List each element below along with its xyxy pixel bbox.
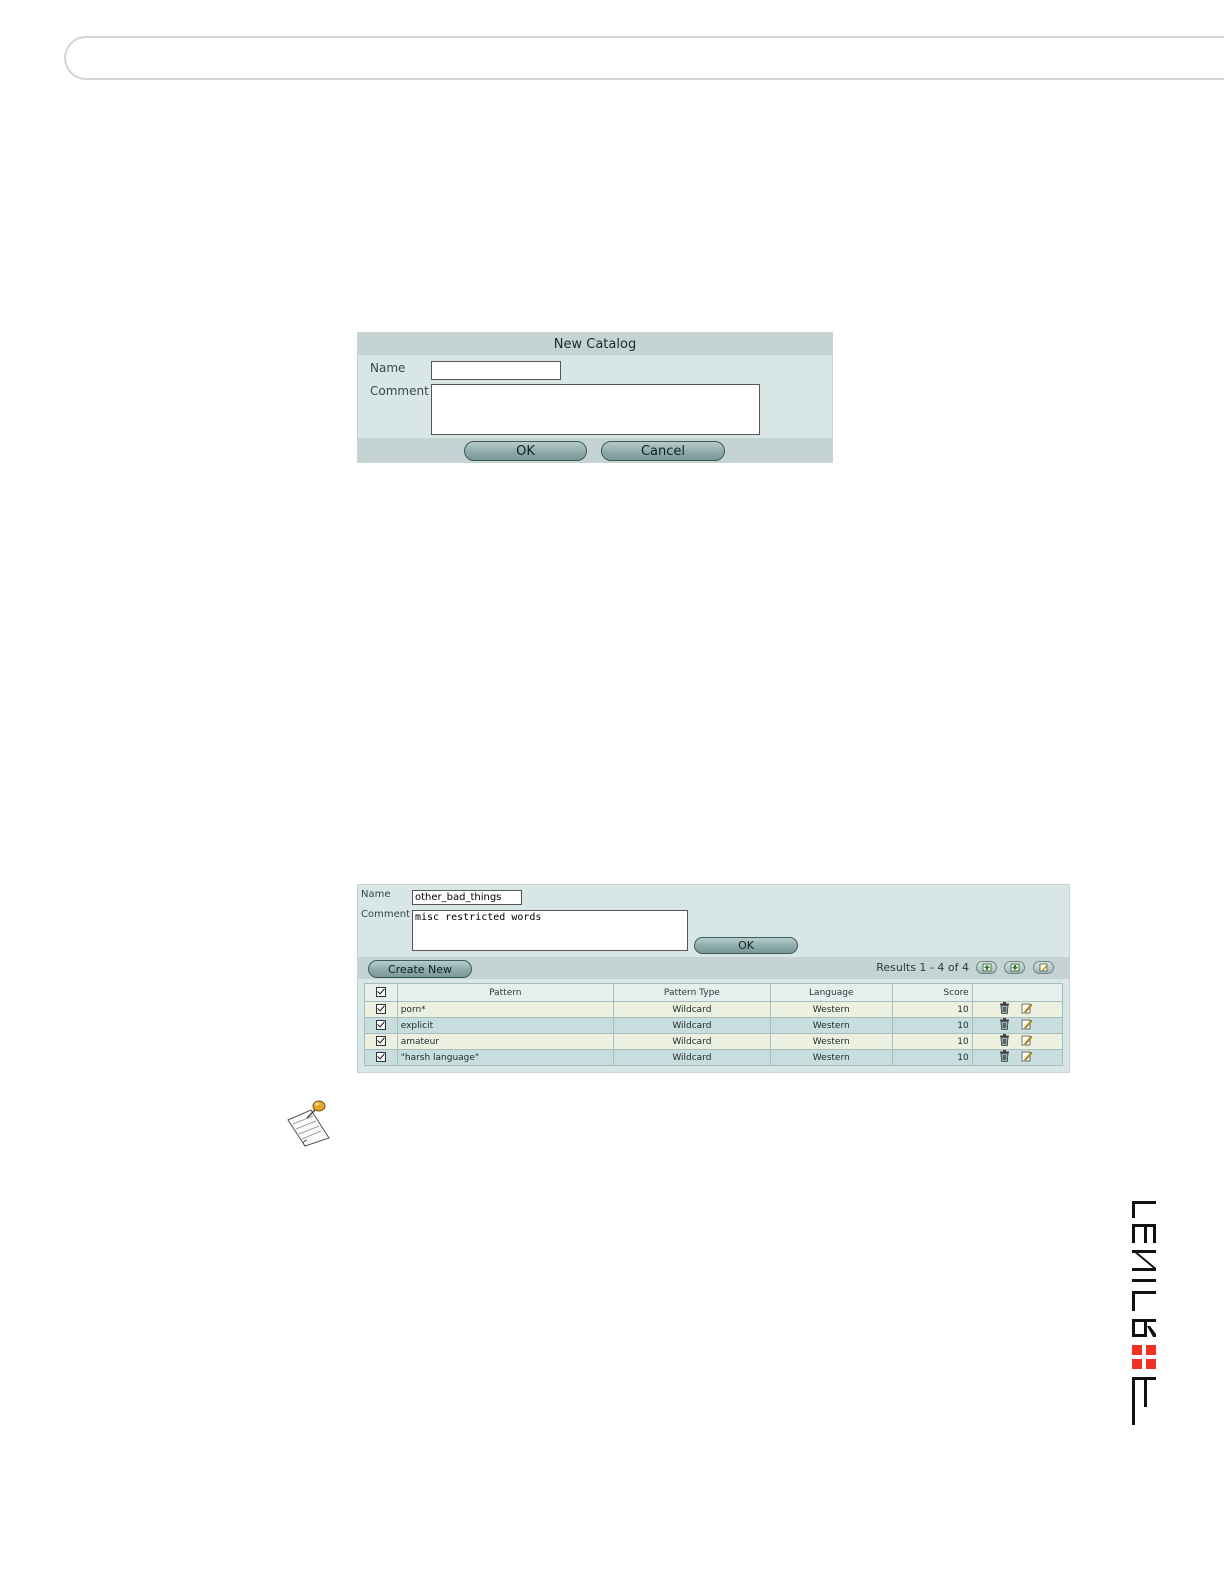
select-all-checkbox[interactable] [364,983,398,1002]
edit-icon[interactable] [1021,1050,1033,1065]
edit-icon[interactable] [1021,1018,1033,1033]
row-checkbox[interactable] [364,1017,398,1034]
comment-label: Comment [361,909,410,920]
row-actions [971,1001,1064,1018]
dialog-footer [358,438,832,462]
pattern-cell: "harsh language" [396,1049,614,1066]
ok-button[interactable]: OK [464,441,587,461]
row-actions [971,1033,1064,1050]
name-input[interactable]: other_bad_things [412,890,522,905]
pattern-cell: amateur [396,1033,614,1050]
score-cell: 10 [891,1033,973,1050]
pattern-table: Pattern Pattern Type Language Score porn… [364,983,1064,1066]
page-up-icon[interactable] [976,961,997,974]
pattern-type-cell: Wildcard [612,1001,771,1018]
score-cell: 10 [891,1001,973,1018]
edit-icon[interactable] [1021,1002,1033,1017]
comment-label: Comment [370,384,429,398]
row-actions [971,1049,1064,1066]
pattern-type-cell: Wildcard [612,1049,771,1066]
trash-icon[interactable] [999,1018,1010,1033]
language-cell: Western [769,1001,893,1018]
catalog-edit-panel: Name other_bad_things Comment misc restr… [357,884,1070,1073]
column-score: Score [891,983,973,1002]
trash-icon[interactable] [999,1034,1010,1049]
table-row: "harsh language" Wildcard Western 10 [364,1049,1064,1066]
pattern-cell: explicit [396,1017,614,1034]
ok-button[interactable]: OK [694,937,798,954]
score-cell: 10 [891,1017,973,1034]
cancel-button[interactable]: Cancel [601,441,725,461]
table-row: porn* Wildcard Western 10 [364,1001,1064,1018]
name-label: Name [361,889,391,900]
column-actions [971,983,1064,1002]
note-icon [285,1098,335,1152]
column-pattern-type: Pattern Type [612,983,771,1002]
fortinet-logo [1125,1195,1165,1435]
row-checkbox[interactable] [364,1049,398,1066]
table-header-row: Pattern Pattern Type Language Score [364,983,1064,1002]
row-actions [971,1017,1064,1034]
results-count: Results 1 - 4 of 4 [876,961,969,974]
language-cell: Western [769,1033,893,1050]
table-row: amateur Wildcard Western 10 [364,1033,1064,1050]
comment-input[interactable]: misc restricted words [412,910,688,951]
edit-icon[interactable] [1021,1034,1033,1049]
column-pattern: Pattern [396,983,614,1002]
create-new-button[interactable]: Create New [368,960,472,978]
column-language: Language [769,983,893,1002]
comment-input[interactable] [431,384,760,435]
row-checkbox[interactable] [364,1033,398,1050]
table-row: explicit Wildcard Western 10 [364,1017,1064,1034]
trash-icon[interactable] [999,1050,1010,1065]
page-header-bar [64,36,1224,80]
pattern-type-cell: Wildcard [612,1033,771,1050]
language-cell: Western [769,1017,893,1034]
edit-icon[interactable] [1033,961,1054,974]
name-label: Name [370,361,406,375]
new-catalog-dialog: New Catalog Name Comment OK Cancel [357,332,833,463]
name-input[interactable] [431,361,561,380]
language-cell: Western [769,1049,893,1066]
page-down-icon[interactable] [1004,961,1025,974]
score-cell: 10 [891,1049,973,1066]
row-checkbox[interactable] [364,1001,398,1018]
trash-icon[interactable] [999,1002,1010,1017]
pattern-cell: porn* [396,1001,614,1018]
pattern-type-cell: Wildcard [612,1017,771,1034]
dialog-title: New Catalog [358,333,832,355]
